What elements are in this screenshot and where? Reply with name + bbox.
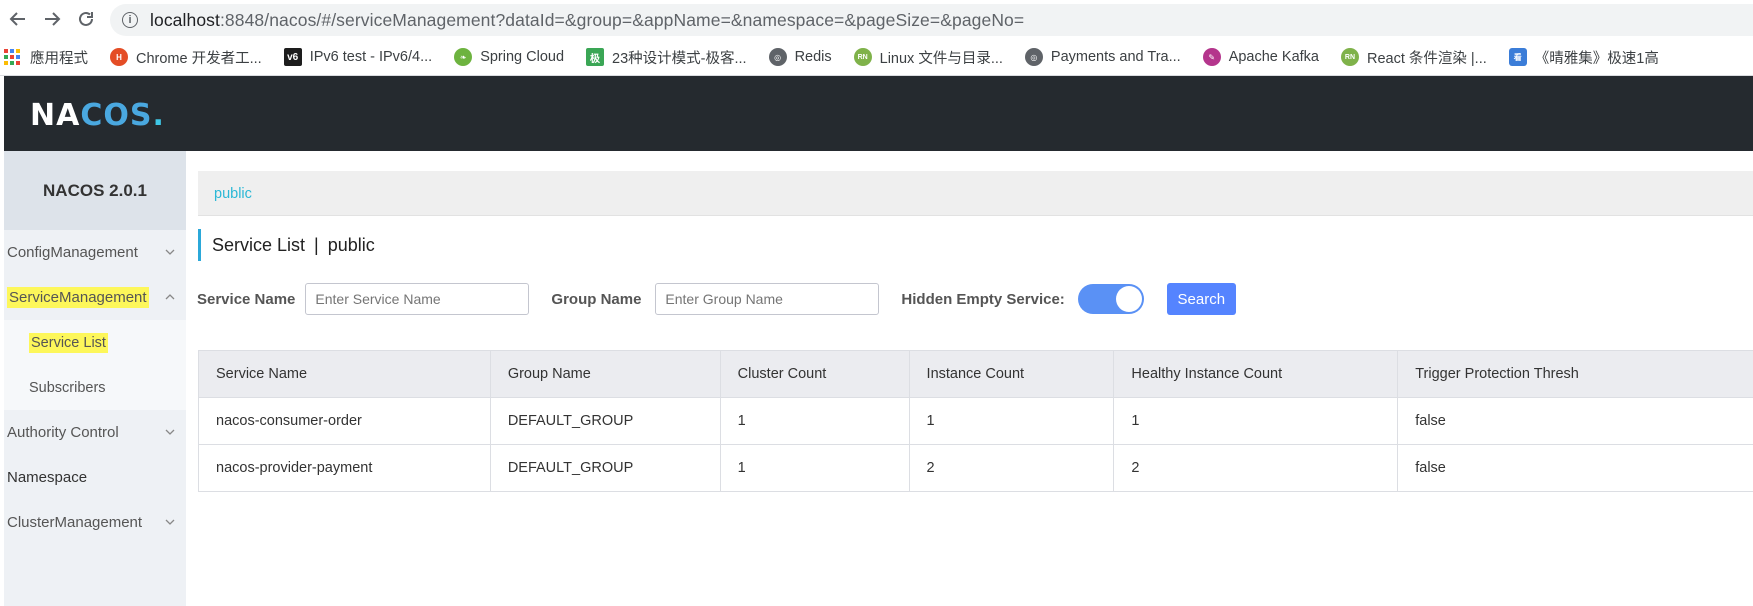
cell-cluster-count: 1 (721, 398, 910, 444)
sidebar-item-service-list[interactable]: Service List (4, 320, 186, 365)
chevron-down-icon (165, 429, 175, 435)
group-name-label: Group Name (551, 290, 642, 308)
chevron-up-icon (165, 294, 175, 300)
bookmark-apache-kafka[interactable]: ✎ Apache Kafka (1202, 48, 1319, 66)
cell-service-name: nacos-consumer-order (199, 398, 491, 444)
reload-button[interactable] (71, 4, 101, 34)
column-header-instance-count[interactable]: Instance Count (910, 351, 1115, 397)
globe-icon: ◎ (1024, 48, 1043, 66)
bookmark-design-patterns[interactable]: 极 23种设计模式-极客... (586, 47, 747, 68)
bookmark-qingyaji[interactable]: 看 《晴雅集》极速1高 (1508, 47, 1659, 68)
html-icon: H (110, 48, 128, 66)
back-button[interactable] (3, 4, 33, 34)
spring-icon: ❧ (454, 48, 473, 66)
filter-form: Service Name Group Name Hidden Empty Ser… (197, 283, 1236, 315)
bookmark-apps[interactable]: 應用程式 (0, 47, 88, 68)
page-title: Service List | public (198, 229, 375, 261)
bookmark-linux-files[interactable]: RN Linux 文件与目录... (853, 47, 1003, 68)
namespace-link-public[interactable]: public (214, 186, 252, 202)
nacos-logo[interactable]: NACOS. (30, 98, 165, 133)
cell-trigger-protection: false (1415, 413, 1446, 429)
bookmark-chrome-devtools[interactable]: H Chrome 开发者工... (110, 47, 262, 68)
chevron-down-icon (165, 249, 175, 255)
sidebar-item-subscribers[interactable]: Subscribers (4, 365, 186, 410)
cell-instance-count: 2 (910, 445, 1115, 491)
bookmark-payments[interactable]: ◎ Payments and Tra... (1024, 48, 1181, 66)
service-name-input[interactable] (305, 283, 530, 315)
sidebar: NACOS 2.0.1 ConfigManagement ServiceMana… (4, 151, 186, 606)
kafka-feather-icon: ✎ (1202, 48, 1221, 66)
service-table: Service Name Group Name Cluster Count In… (198, 350, 1753, 492)
info-icon[interactable]: i (122, 12, 138, 28)
cell-trigger-protection: false (1415, 460, 1446, 476)
app-header: NACOS. (4, 76, 1753, 151)
cell-service-name: nacos-provider-payment (199, 445, 491, 491)
table-row[interactable]: nacos-consumer-order DEFAULT_GROUP 1 1 1… (199, 398, 1753, 445)
cell-group-name: DEFAULT_GROUP (491, 398, 721, 444)
reload-icon (79, 11, 93, 26)
cell-healthy-instance-count: 1 (1114, 398, 1399, 444)
address-bar[interactable]: i localhost:8848/nacos/#/serviceManageme… (110, 4, 1753, 36)
globe-icon: ◎ (768, 48, 787, 66)
sidebar-title: NACOS 2.0.1 (4, 151, 186, 230)
runoob-icon: RN (853, 48, 872, 66)
sidebar-item-cluster-management[interactable]: ClusterManagement (4, 500, 186, 545)
toggle-knob (1115, 286, 1142, 312)
bookmark-redis[interactable]: ◎ Redis (768, 48, 832, 66)
column-header-group-name[interactable]: Group Name (491, 351, 721, 397)
sidebar-item-authority-control[interactable]: Authority Control (4, 410, 186, 455)
v6-icon: v6 (283, 48, 302, 66)
column-header-healthy-instance-count[interactable]: Healthy Instance Count (1114, 351, 1399, 397)
url-text: localhost:8848/nacos/#/serviceManagement… (150, 9, 1025, 30)
column-header-service-name[interactable]: Service Name (199, 351, 491, 397)
table-row[interactable]: nacos-provider-payment DEFAULT_GROUP 1 2… (199, 445, 1753, 492)
hidden-empty-service-toggle[interactable] (1077, 284, 1144, 314)
column-header-cluster-count[interactable]: Cluster Count (721, 351, 910, 397)
bookmark-react-conditional[interactable]: RN React 条件渲染 |... (1340, 47, 1487, 68)
hidden-empty-service-label: Hidden Empty Service: (901, 290, 1065, 308)
search-button[interactable]: Search (1166, 283, 1236, 315)
sidebar-item-config-management[interactable]: ConfigManagement (4, 230, 186, 275)
service-name-label: Service Name (197, 290, 296, 308)
bookmarks-bar: 應用程式 H Chrome 开发者工... v6 IPv6 test - IPv… (0, 40, 1753, 74)
jike-icon: 极 (586, 48, 605, 66)
chevron-down-icon (165, 519, 175, 525)
arrow-left-icon (9, 12, 25, 26)
cell-healthy-instance-count: 2 (1114, 445, 1399, 491)
group-name-input[interactable] (655, 283, 880, 315)
forward-button[interactable] (37, 4, 67, 34)
column-header-trigger-protection[interactable]: Trigger Protection Thresh (1398, 351, 1753, 397)
cell-group-name: DEFAULT_GROUP (491, 445, 721, 491)
book-icon: 看 (1508, 48, 1527, 66)
apps-grid-icon (4, 49, 20, 65)
cell-instance-count: 1 (910, 398, 1115, 444)
table-header-row: Service Name Group Name Cluster Count In… (199, 351, 1753, 398)
bookmark-ipv6-test[interactable]: v6 IPv6 test - IPv6/4... (283, 48, 432, 66)
sidebar-item-service-management[interactable]: ServiceManagement (4, 275, 186, 320)
runoob-icon: RN (1340, 48, 1359, 66)
bookmark-spring-cloud[interactable]: ❧ Spring Cloud (454, 48, 564, 66)
namespace-bar: public (198, 171, 1753, 216)
browser-toolbar: i localhost:8848/nacos/#/serviceManageme… (0, 0, 1753, 38)
arrow-right-icon (45, 12, 61, 26)
cell-cluster-count: 1 (721, 445, 910, 491)
sidebar-item-namespace[interactable]: Namespace (4, 455, 186, 500)
